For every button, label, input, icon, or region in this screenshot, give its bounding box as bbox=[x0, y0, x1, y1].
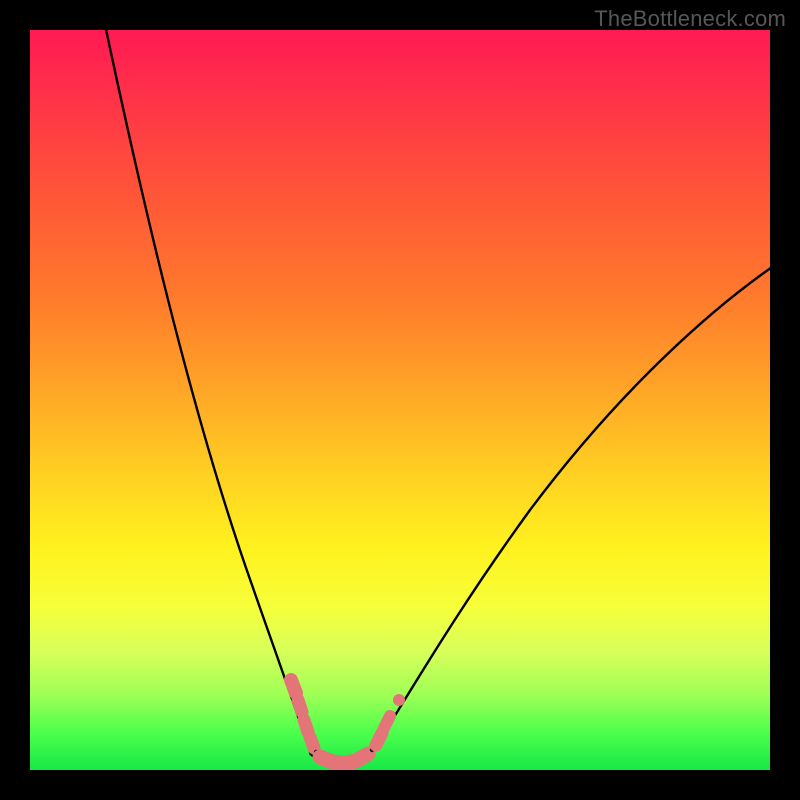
marker-right-isolated bbox=[394, 695, 405, 706]
marker-group bbox=[291, 680, 405, 763]
marker-left-cluster-low bbox=[310, 737, 314, 748]
plot-area bbox=[30, 30, 770, 770]
marker-left-cluster-mid bbox=[304, 720, 308, 732]
chart-svg bbox=[30, 30, 770, 770]
curve-right-branch bbox=[370, 265, 770, 755]
chart-frame: TheBottleneck.com bbox=[0, 0, 800, 800]
marker-bottom-4 bbox=[359, 754, 368, 759]
watermark-text: TheBottleneck.com bbox=[594, 6, 786, 32]
marker-left-cluster-top bbox=[291, 680, 296, 693]
curve-left-branch bbox=[104, 30, 311, 755]
marker-right-cluster-low bbox=[376, 733, 382, 745]
marker-right-cluster-mid bbox=[384, 716, 390, 728]
marker-left-cluster-upper bbox=[298, 700, 302, 712]
